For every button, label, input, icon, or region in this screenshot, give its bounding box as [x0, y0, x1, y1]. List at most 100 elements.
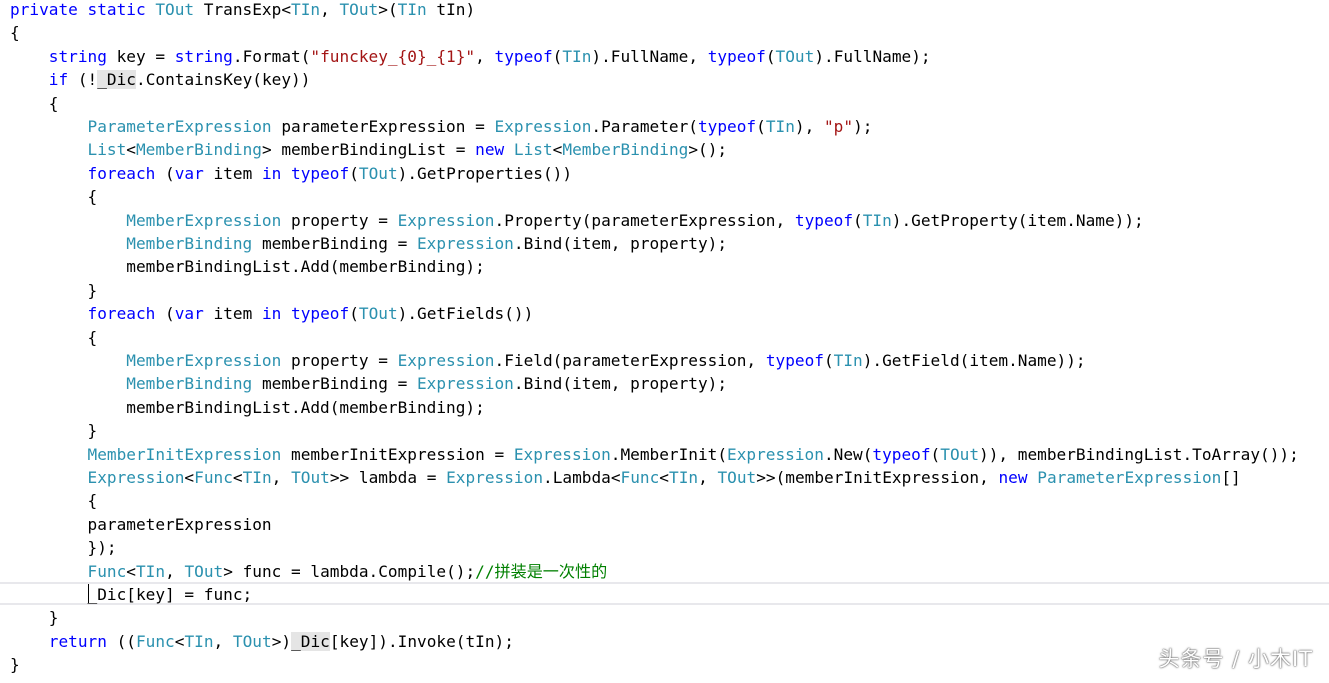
code-token: in: [261, 163, 282, 183]
code-line: if (!_Dic.ContainsKey(key)): [10, 68, 310, 91]
code-token: TOut: [184, 561, 224, 581]
code-token: typeof: [765, 351, 824, 370]
code-token: MemberExpression: [126, 210, 282, 230]
code-token: .Bind(item, property);: [513, 374, 728, 394]
code-token: TOut: [717, 468, 757, 487]
code-line: return ((Func<TIn, TOut>)_Dic[key]).Invo…: [10, 630, 514, 653]
code-token: });: [10, 538, 117, 558]
code-token: TIn: [242, 468, 272, 487]
code-token: <: [174, 631, 185, 651]
code-token: }: [10, 280, 98, 300]
code-token: TIn: [833, 351, 863, 370]
code-token: ).GetField(item.Name));: [862, 351, 1086, 370]
code-token: TIn: [669, 468, 699, 487]
code-token: (: [155, 304, 175, 324]
code-token: [key]).Invoke(tIn);: [329, 631, 514, 651]
code-line: {: [10, 489, 98, 512]
code-token: var: [174, 304, 204, 324]
code-token: TOut: [232, 631, 272, 651]
code-token: TIn: [397, 0, 427, 19]
code-token: .New(: [823, 444, 873, 464]
code-token: if: [48, 70, 69, 90]
code-token: ,: [165, 561, 185, 581]
code-token: ,: [320, 0, 340, 19]
text-caret: [88, 584, 89, 603]
code-line: MemberExpression property = Expression.P…: [10, 209, 1144, 232]
code-line: }: [10, 653, 20, 676]
code-token: >> lambda =: [329, 468, 447, 487]
code-token: MemberBinding: [126, 234, 253, 253]
code-token: }: [10, 655, 20, 675]
code-token: Expression: [416, 234, 514, 253]
code-token: (: [349, 304, 359, 324]
code-line: string key = string.Format("funckey_{0}_…: [10, 45, 931, 68]
code-token: return: [48, 631, 107, 651]
code-token: {: [10, 327, 98, 347]
code-token: .Parameter(: [591, 117, 698, 136]
code-token: }: [10, 421, 98, 441]
code-token: .Property(parameterExpression,: [494, 210, 795, 230]
code-line: parameterExpression: [10, 513, 272, 536]
code-token: []: [1221, 468, 1241, 487]
code-token: {: [10, 93, 59, 113]
code-token: Expression: [446, 468, 544, 487]
code-token: }: [10, 608, 59, 628]
code-token: <: [126, 140, 136, 160]
code-token: ((: [106, 631, 136, 651]
code-token: >(: [378, 0, 398, 19]
code-token: foreach: [87, 304, 156, 324]
code-token: Expression: [494, 117, 592, 136]
code-line: });: [10, 536, 117, 559]
code-line: ParameterExpression parameterExpression …: [10, 115, 873, 138]
code-line: foreach (var item in typeof(TOut).GetPro…: [10, 162, 573, 185]
code-token: item: [203, 304, 262, 324]
code-token: MemberInitExpression: [87, 444, 282, 464]
code-token: TIn: [184, 631, 214, 651]
code-token: memberBindingList.Add(memberBinding);: [10, 257, 485, 277]
code-token: >>(memberInitExpression,: [756, 468, 999, 487]
code-editor[interactable]: private static TOut TransExp< TIn, TOut >(…: [0, 0, 1329, 683]
code-token: Expression: [416, 374, 514, 394]
code-token: TIn: [562, 46, 592, 66]
code-line: {: [10, 326, 98, 349]
code-token: (: [552, 46, 563, 66]
code-token: (: [349, 163, 359, 183]
code-token: new: [998, 468, 1028, 487]
code-token: typeof: [291, 304, 350, 324]
code-token: .MemberInit(: [610, 444, 728, 464]
code-token: ParameterExpression: [87, 117, 272, 136]
code-token: TransExp<: [194, 0, 292, 19]
code-token: tIn): [426, 0, 476, 19]
code-token: ).GetProperty(item.Name));: [891, 210, 1144, 230]
code-line: _Dic[key] = func;: [10, 583, 253, 606]
code-token: ,: [271, 468, 292, 487]
code-token: typeof: [794, 210, 854, 230]
code-token: TOut: [940, 444, 980, 464]
code-token: typeof: [291, 163, 350, 183]
code-token: Expression: [513, 444, 611, 464]
code-token: (: [823, 351, 834, 370]
code-token: ).FullName);: [814, 46, 931, 66]
code-line: Expression<Func<TIn, TOut>> lambda = Exp…: [10, 466, 1241, 489]
code-line: {: [10, 92, 59, 115]
code-token: _Dic: [291, 631, 330, 651]
code-token: <: [126, 561, 136, 581]
code-token: {: [10, 187, 98, 207]
code-token: <: [659, 468, 669, 487]
code-line: Func<TIn, TOut> func = lambda.Compile();…: [10, 560, 608, 583]
code-token: TIn: [135, 561, 166, 581]
code-token: (: [930, 444, 941, 464]
code-token: private static: [10, 0, 156, 19]
code-token: .Format(: [232, 46, 311, 66]
code-token: >();: [688, 140, 728, 160]
